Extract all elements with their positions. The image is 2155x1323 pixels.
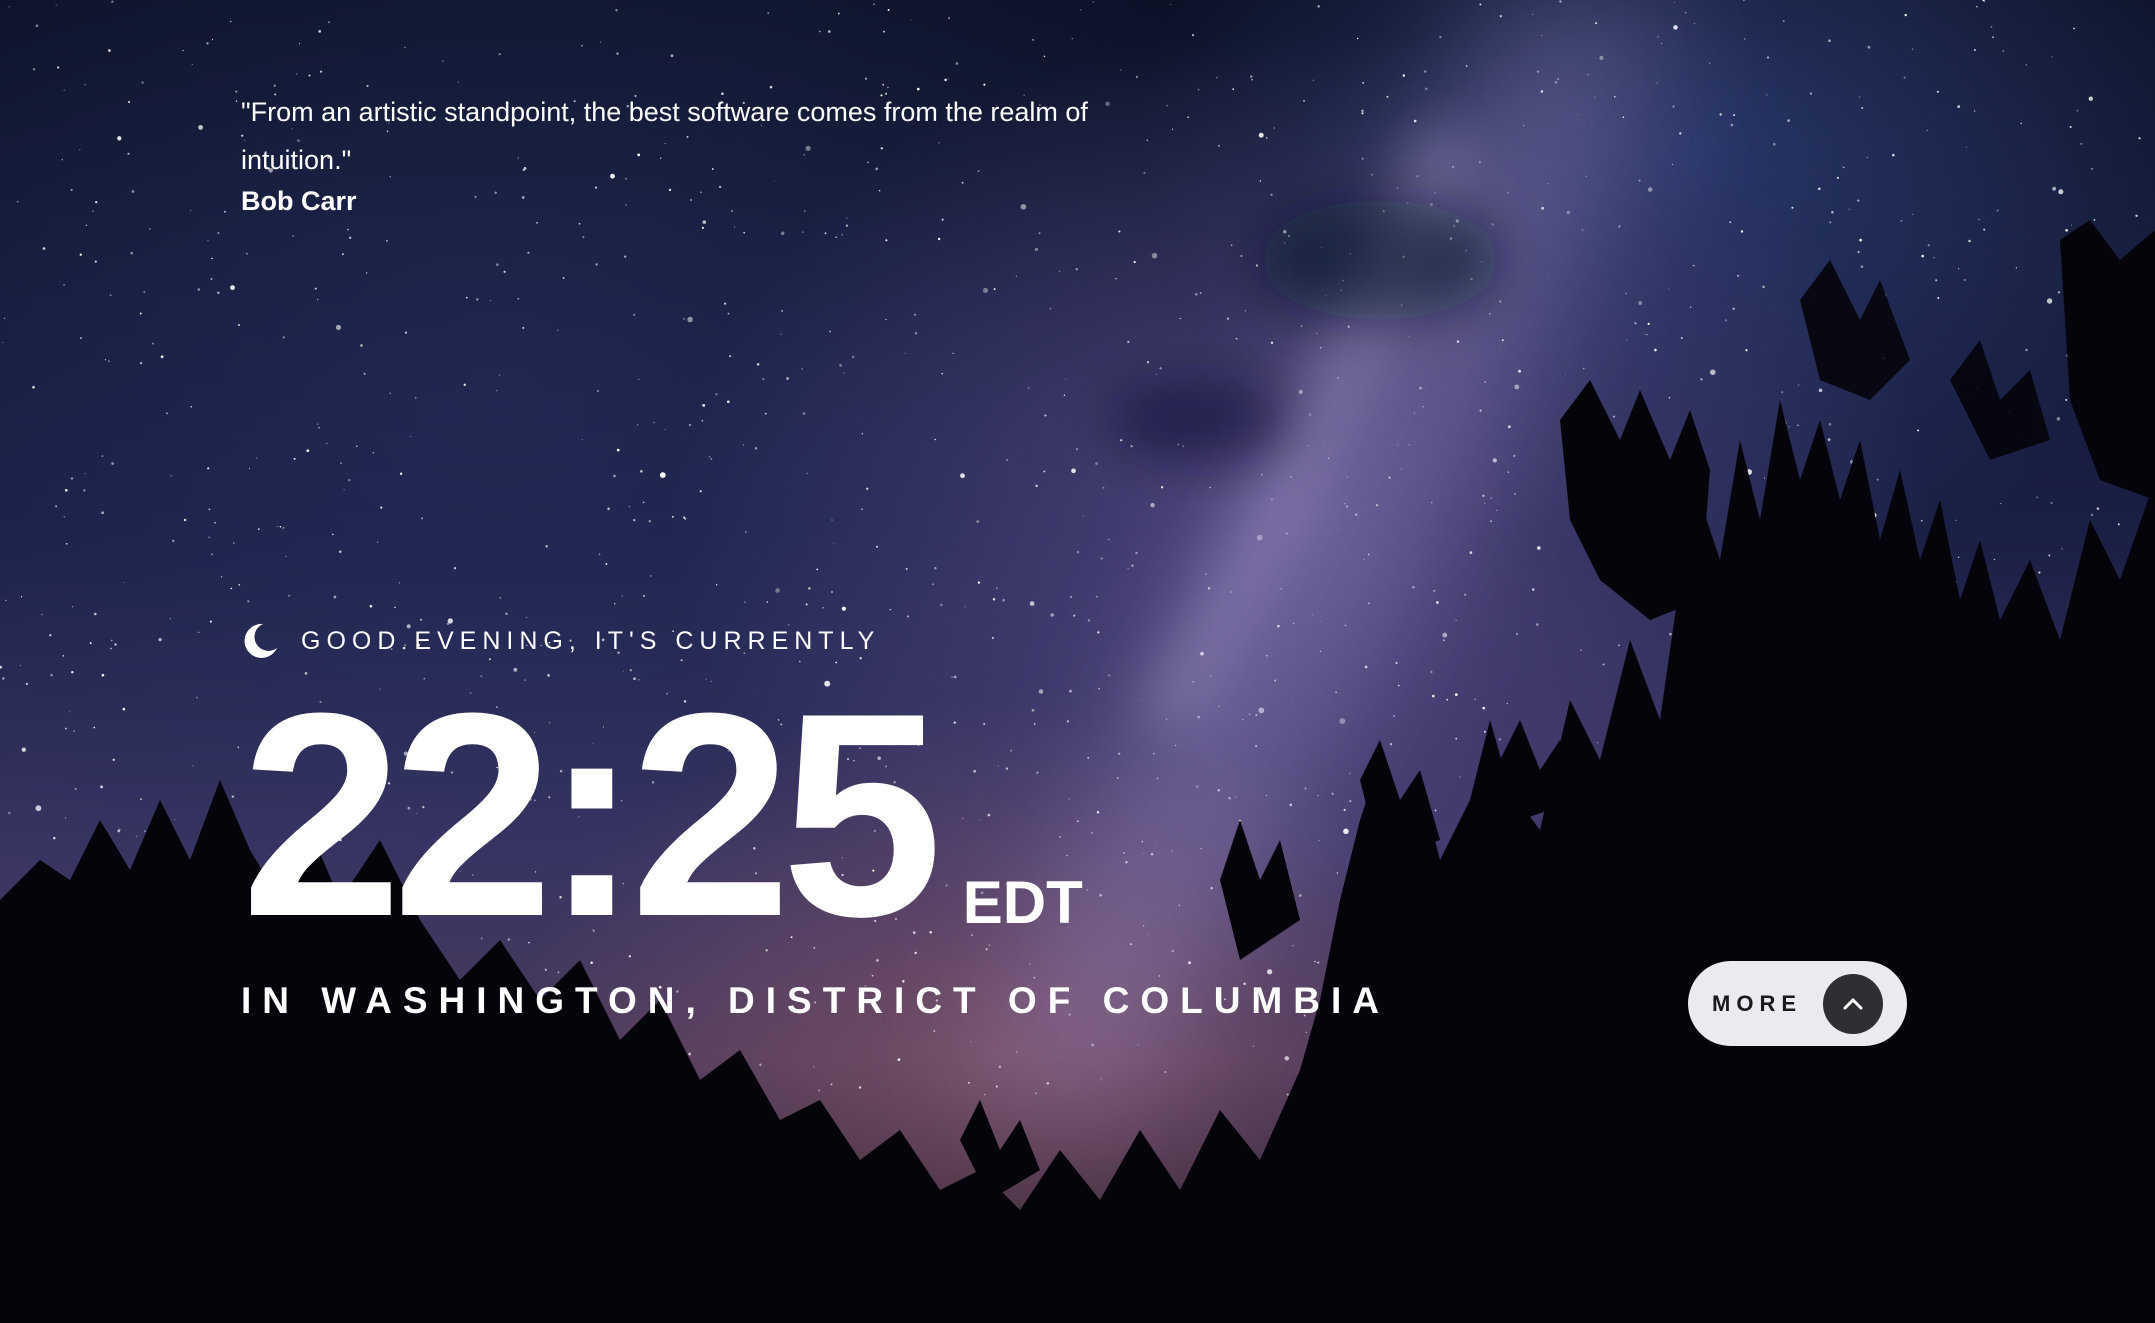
time-display: 22:25 EDT bbox=[241, 653, 1083, 977]
quote-author: Bob Carr bbox=[241, 186, 357, 216]
quote-block: "From an artistic standpoint, the best s… bbox=[241, 88, 1101, 217]
location-text: IN WASHINGTON, DISTRICT OF COLUMBIA bbox=[241, 980, 1390, 1021]
greeting-text: GOOD EVENING, IT'S CURRENTLY bbox=[301, 626, 881, 655]
quote-text: "From an artistic standpoint, the best s… bbox=[241, 97, 1088, 175]
more-button[interactable]: MORE bbox=[1688, 961, 1907, 1046]
clock-app: "From an artistic standpoint, the best s… bbox=[0, 0, 2155, 1323]
more-button-label: MORE bbox=[1712, 990, 1802, 1016]
chevron-up-icon bbox=[1823, 974, 1883, 1034]
timezone-label: EDT bbox=[962, 869, 1083, 936]
current-time: 22:25 bbox=[241, 653, 943, 977]
